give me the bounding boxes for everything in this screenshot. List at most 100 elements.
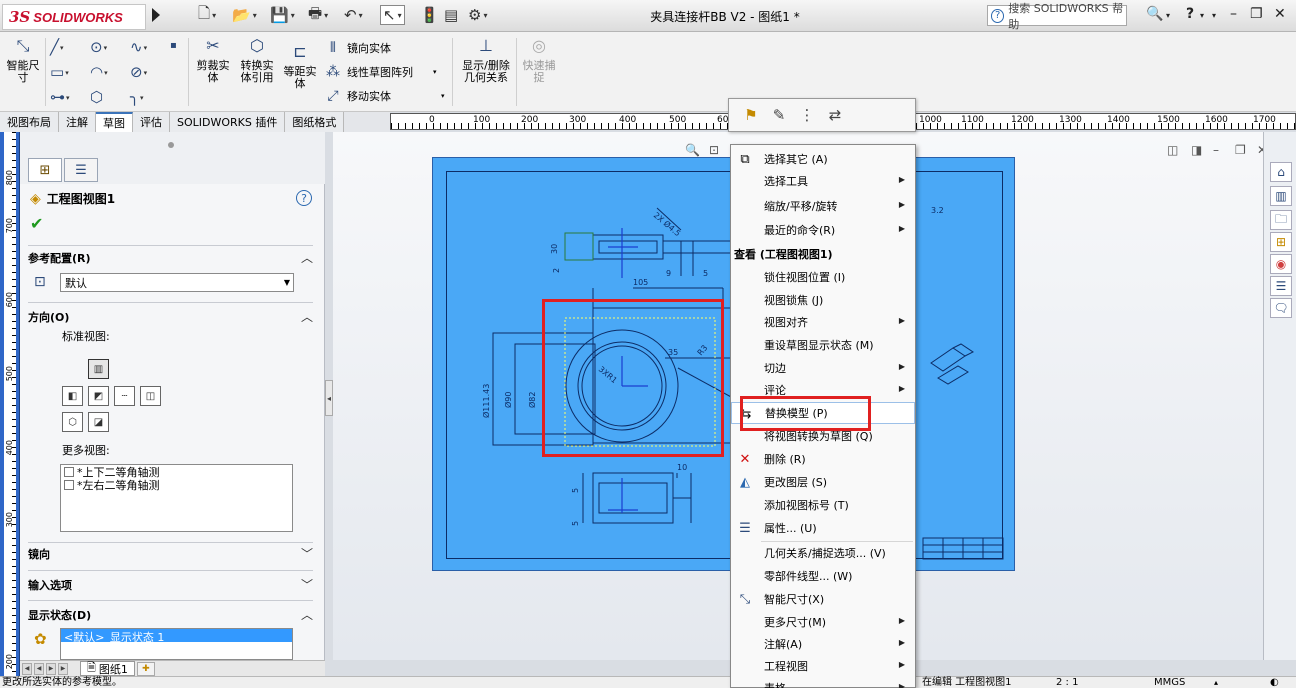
menu-item-zoom-pan-rotate[interactable]: 缩放/平移/旋转 ▶ <box>731 195 915 217</box>
ok-checkmark-icon[interactable]: ✔ <box>30 214 43 233</box>
menu-item-delete[interactable]: ✕ 删除 (R) <box>731 448 915 470</box>
menu-item-component-line-font[interactable]: 零部件线型... (W) <box>731 565 915 587</box>
design-library-tab[interactable]: ▥ <box>1270 186 1292 206</box>
offset-entities-button[interactable]: ⊏ 等距实体 <box>282 44 318 90</box>
scale-status[interactable]: 2 : 1 <box>1056 677 1078 688</box>
menu-item-annotations[interactable]: 注解(A) ▶ <box>731 633 915 655</box>
rebuild-button[interactable]: 🚦 <box>420 5 439 25</box>
select-button[interactable]: ↖ ▾ <box>380 5 405 25</box>
menu-item-relations-snaps[interactable]: 几何关系/捕捉选项... (V) <box>731 542 915 564</box>
view-restore-icon[interactable]: ◨ <box>1191 143 1202 157</box>
help-button[interactable]: ? <box>296 190 312 206</box>
help-dropdown-icon[interactable]: ▾ <box>1200 11 1204 20</box>
units-dropdown-icon[interactable]: ▴ <box>1214 677 1218 688</box>
right-view-button[interactable]: ◫ <box>140 386 161 406</box>
file-properties-button[interactable]: ▤ <box>444 5 458 25</box>
help-search-input[interactable]: ? 搜索 SOLIDWORKS 帮助 <box>987 2 1127 31</box>
save-button[interactable]: 💾 ▾ <box>270 5 295 25</box>
quick-tips-icon[interactable]: ◐ <box>1270 677 1279 688</box>
ref-config-select[interactable]: 默认 ▼ <box>60 273 294 292</box>
new-document-button[interactable]: 🗋 ▾ <box>198 4 216 25</box>
top-view-button[interactable]: ◩ <box>88 386 109 406</box>
ellipse-tool-button[interactable]: ⊘▾ <box>130 63 147 81</box>
arc-tool-button[interactable]: ◠▾ <box>90 63 108 81</box>
back-view-button[interactable]: ◪ <box>88 412 109 432</box>
smart-dimension-button[interactable]: ⤡ 智能尺寸 <box>4 38 42 84</box>
spline-tool-button[interactable]: ∿▾ <box>130 38 147 56</box>
change-layer-icon[interactable]: ✎ <box>765 106 793 124</box>
more-views-list[interactable]: *上下二等角轴测 *左右二等角轴测 <box>60 464 293 532</box>
panel-splitter[interactable]: ◂ <box>325 380 333 416</box>
linear-pattern-button[interactable]: ⁂ 线性草图阵列 ▾ <box>325 64 437 80</box>
menu-item-select-other[interactable]: ⧉ 选择其它 (A) <box>731 148 915 170</box>
solidworks-logo[interactable]: 3S SOLIDWORKS <box>2 4 146 30</box>
tab-sheet-format[interactable]: 图纸格式 <box>285 112 345 132</box>
mirror-section[interactable]: 镜向 ﹀ <box>28 545 313 563</box>
menu-item-change-layer[interactable]: ◭ 更改图层 (S) <box>731 471 915 493</box>
point-tool-button[interactable]: ▪ <box>170 40 177 51</box>
add-sheet-button[interactable]: ✚ <box>136 661 155 676</box>
help-icon[interactable]: ? <box>1186 6 1194 22</box>
menu-item-tangent-edge[interactable]: 切边 ▶ <box>731 357 915 379</box>
display-state-item[interactable]: <默认>_显示状态 1 <box>61 629 292 644</box>
tab-annotation[interactable]: 注解 <box>59 112 96 132</box>
orientation-section[interactable]: 方向(O) ︿ <box>28 308 313 326</box>
line-tool-button[interactable]: ╱▾ <box>50 38 64 56</box>
appearances-tab[interactable]: ◉ <box>1270 254 1292 274</box>
open-button[interactable]: 📂 ▾ <box>232 5 257 25</box>
tab-addins[interactable]: SOLIDWORKS 插件 <box>170 112 286 132</box>
circle-tool-button[interactable]: ⊙▾ <box>90 38 107 56</box>
view-maximize-icon[interactable]: ❐ <box>1235 143 1246 157</box>
left-view-button[interactable]: ◧ <box>62 386 83 406</box>
ref-config-section[interactable]: 参考配置(R) ︿ <box>28 249 313 267</box>
menu-item-properties[interactable]: ☰ 属性... (U) <box>731 517 915 539</box>
quick-snaps-button[interactable]: ◎ 快速捕捉 <box>520 38 558 84</box>
first-sheet-icon[interactable]: ◀ <box>22 662 32 675</box>
sheet-tab[interactable]: 🗎 图纸1 <box>80 661 135 676</box>
property-manager-tab[interactable]: ⊞ <box>28 158 62 182</box>
restore-button[interactable]: ❐ <box>1250 6 1263 22</box>
open-part-icon[interactable]: ⇄ <box>821 106 849 124</box>
menu-expand-icon[interactable] <box>152 8 160 22</box>
slot-tool-button[interactable]: ⊶▾ <box>50 88 70 106</box>
front-view-button[interactable]: ▥ <box>88 359 109 379</box>
menu-item-tables[interactable]: 表格 ▶ <box>731 677 915 688</box>
panel-grip[interactable] <box>168 142 174 148</box>
list-item[interactable]: *左右二等角轴测 <box>61 478 292 492</box>
menu-item-lock-view-position[interactable]: 锁住视图位置 (I) <box>731 266 915 288</box>
file-explorer-tab[interactable]: 🗀 <box>1270 210 1292 230</box>
menu-item-selection-tools[interactable]: 选择工具 ▶ <box>731 170 915 192</box>
tab-view-layout[interactable]: 视图布局 <box>0 112 59 132</box>
expand-icon[interactable]: ﹀ <box>301 545 313 562</box>
import-options-section[interactable]: 输入选项 ﹀ <box>28 576 313 594</box>
checkbox[interactable] <box>64 479 74 490</box>
polygon-tool-button[interactable]: ⬡ <box>90 88 103 106</box>
view-palette-tab[interactable]: ⊞ <box>1270 232 1292 252</box>
collapse-icon[interactable]: ︿ <box>301 308 313 325</box>
display-state-section[interactable]: 显示状态(D) ︿ <box>28 606 313 624</box>
rectangle-tool-button[interactable]: ▭▾ <box>50 63 69 81</box>
collapse-icon[interactable]: ︿ <box>301 606 313 623</box>
collapse-icon[interactable]: ︿ <box>301 249 313 266</box>
menu-item-drawing-views[interactable]: 工程视图 ▶ <box>731 655 915 677</box>
more-dropdown-icon[interactable]: ▾ <box>1212 11 1216 20</box>
view-pin-icon[interactable]: ◫ <box>1167 143 1178 157</box>
forum-tab[interactable]: 🗨 <box>1270 298 1292 318</box>
zoom-to-fit-icon[interactable]: 🔍 <box>685 143 700 157</box>
menu-item-lock-view-focus[interactable]: 视图锁焦 (J) <box>731 289 915 311</box>
menu-item-view-alignment[interactable]: 视图对齐 ▶ <box>731 311 915 333</box>
menu-item-smart-dimension[interactable]: ⤡ 智能尺寸(X) <box>731 588 915 610</box>
search-dropdown-icon[interactable]: ▾ <box>1166 11 1170 20</box>
display-state-list[interactable]: <默认>_显示状态 1 <box>60 628 293 660</box>
view-minimize-icon[interactable]: – <box>1213 143 1219 157</box>
menu-item-recent-commands[interactable]: 最近的命令(R) ▶ <box>731 219 915 241</box>
search-icon[interactable]: 🔍 <box>1146 6 1163 22</box>
checkbox[interactable] <box>64 466 74 477</box>
move-entities-button[interactable]: ⤢ 移动实体 ▾ <box>325 88 444 104</box>
zoom-area-icon[interactable]: ⊡ <box>709 143 719 157</box>
expand-icon[interactable]: ﹀ <box>301 576 313 593</box>
bottom-view-button[interactable]: ┄ <box>114 386 135 406</box>
menu-item-more-dimensions[interactable]: 更多尺寸(M) ▶ <box>731 611 915 633</box>
print-button[interactable]: 🖶 ▾ <box>308 4 328 25</box>
fillet-tool-button[interactable]: ╮▾ <box>130 88 144 106</box>
